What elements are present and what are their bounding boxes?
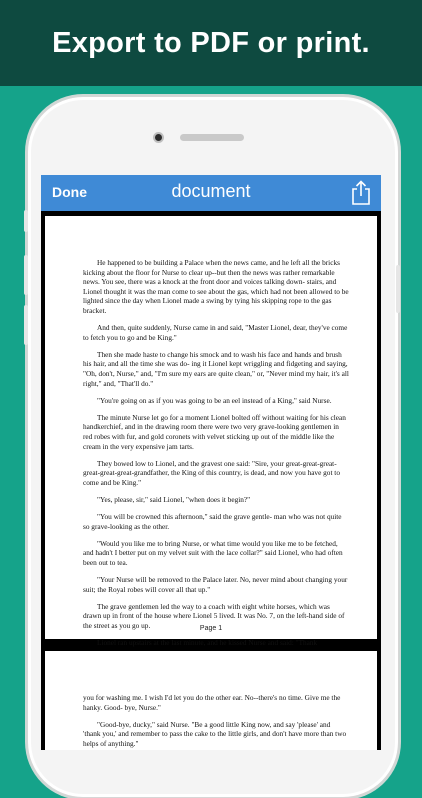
paragraph: "Your Nurse will be removed to the Palac… [83, 574, 348, 594]
paragraph: "You will be crowned this afternoon," sa… [83, 511, 342, 531]
pdf-page-1: He happened to be building a Palace when… [45, 216, 377, 647]
phone-volume-up-button [24, 255, 28, 295]
phone-side-button [24, 210, 28, 232]
front-camera [153, 132, 164, 143]
paragraph: "Good-bye, ducky," said Nurse. "Be a goo… [83, 719, 347, 748]
page-number: Page 1 [199, 625, 223, 632]
navigation-bar: Done document [41, 175, 381, 211]
phone-screen: Done document He happened to be building… [41, 175, 381, 750]
earpiece-speaker [180, 134, 244, 141]
share-icon[interactable] [350, 180, 372, 206]
paragraph: He happened to be building a Palace when… [83, 258, 349, 315]
promo-banner: Export to PDF or print. [0, 0, 422, 86]
paragraph: The minute Nurse let go for a moment Lio… [83, 412, 346, 451]
paragraph: "Would you like me to bring Nurse, or wh… [83, 538, 343, 567]
paragraph: Lionel ran upstairs at the last minute, … [97, 637, 318, 647]
phone-power-button [396, 265, 400, 313]
paragraph: And then, quite suddenly, Nurse came in … [83, 323, 348, 342]
paragraph: Then she made haste to change his smock … [83, 349, 349, 388]
page-2-text: you for washing me. I wish I'd let you d… [83, 693, 349, 750]
page-1-text: He happened to be building a Palace when… [83, 258, 349, 655]
document-title: document [171, 181, 251, 201]
paragraph: "You're going on as if you was going to … [97, 395, 332, 405]
paragraph: you for washing me. I wish I'd let you d… [83, 693, 341, 712]
paragraph: They bowed low to Lionel, and the graves… [83, 458, 340, 487]
banner-title: Export to PDF or print. [52, 26, 370, 59]
pdf-page-2: you for washing me. I wish I'd let you d… [45, 651, 377, 750]
document-viewer[interactable]: He happened to be building a Palace when… [41, 211, 381, 750]
phone-volume-down-button [24, 305, 28, 345]
paragraph: "Yes, please, sir," said Lionel, "when d… [97, 494, 251, 504]
